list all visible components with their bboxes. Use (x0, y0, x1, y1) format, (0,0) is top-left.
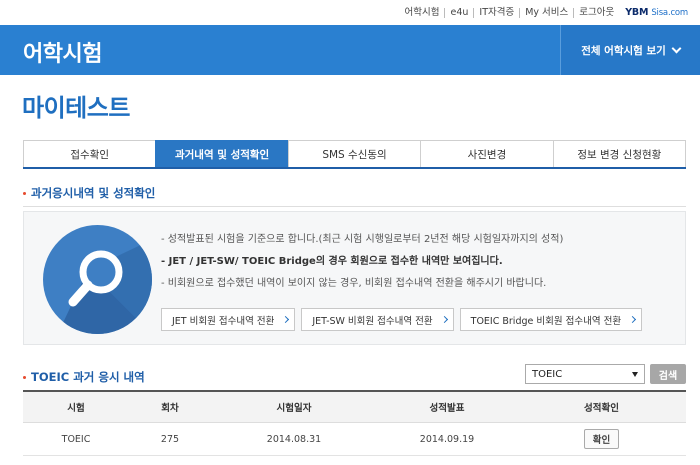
info-notes: - 성적발표된 시험을 기준으로 합니다.(최근 시험 시행일로부터 2년전 해… (161, 229, 563, 295)
chevron-right-icon (629, 315, 637, 324)
toeic-bridge-conversion-button[interactable]: TOEIC Bridge 비회원 접수내역 전환 (459, 308, 643, 331)
link-logout[interactable]: 로그아웃 (574, 7, 619, 18)
jet-conversion-button[interactable]: JET 비회원 접수내역 전환 (161, 308, 296, 331)
jet-conversion-label: JET 비회원 접수내역 전환 (172, 315, 275, 327)
column-header: 회차 (161, 403, 179, 414)
utility-links: 어학시험 e4u IT자격증 My 서비스 로그아웃 (400, 7, 620, 18)
chevron-right-icon (440, 315, 448, 324)
ybm-logo[interactable]: YBM Sisa.com (625, 7, 688, 18)
jet-sw-conversion-button[interactable]: JET-SW 비회원 접수내역 전환 (301, 308, 454, 331)
tab-info-change-status[interactable]: 정보 변경 신청현황 (552, 140, 687, 167)
cell-exam: TOEIC (61, 433, 91, 445)
search-button[interactable]: 검색 (650, 364, 686, 384)
bullet-dot-icon (23, 191, 26, 195)
section-toeic-title: TOEIC 과거 응시 내역 (31, 370, 145, 384)
exam-select[interactable]: TOEIC (525, 364, 645, 384)
column-header: 성적발표 (429, 403, 465, 414)
caret-down-icon (632, 372, 638, 377)
cell-action: 확인 (517, 429, 686, 449)
table-header-row: 시험 회차 시험일자 성적발표 성적확인 (23, 392, 686, 423)
cell-round: 275 (160, 433, 180, 445)
section-history-title: 과거응시내역 및 성적확인 (31, 186, 156, 200)
toeic-bridge-conversion-label: TOEIC Bridge 비회원 접수내역 전환 (470, 315, 622, 327)
chevron-down-icon (671, 43, 682, 53)
all-exams-button[interactable]: 전체 어학시험 보기 (560, 25, 700, 75)
magnifier-icon (43, 225, 152, 334)
section-divider (23, 206, 686, 207)
page-title: 마이테스트 (22, 94, 130, 122)
tab-photo-change[interactable]: 사진변경 (420, 140, 553, 167)
jet-sw-conversion-label: JET-SW 비회원 접수내역 전환 (312, 315, 433, 327)
site-header: 어학시험 전체 어학시험 보기 (0, 25, 700, 75)
column-header: 성적확인 (584, 403, 619, 414)
column-header: 시험일자 (276, 403, 312, 414)
link-language-exam[interactable]: 어학시험 (400, 7, 446, 18)
info-box: - 성적발표된 시험을 기준으로 합니다.(최근 시험 시행일로부터 2년전 해… (23, 211, 686, 345)
tab-registration-check[interactable]: 접수확인 (23, 140, 156, 167)
tab-bar: 접수확인 과거내역 및 성적확인 SMS 수신동의 사진변경 정보 변경 신청현… (23, 140, 687, 169)
section-toeic-heading: TOEIC 과거 응시 내역 (23, 369, 145, 385)
exam-select-value: TOEIC (532, 368, 563, 380)
link-it-cert[interactable]: IT자격증 (474, 7, 521, 18)
chevron-right-icon (282, 315, 290, 324)
history-table: 시험 회차 시험일자 성적발표 성적확인 TOEIC 275 2014.08.3… (23, 390, 686, 456)
note-item: - 비회원으로 접수했던 내역이 보이지 않는 경우, 비회원 접수내역 전환을… (161, 278, 547, 289)
bullet-dot-icon (23, 375, 26, 379)
column-header: 시험 (67, 403, 85, 414)
tab-sms-consent[interactable]: SMS 수신동의 (287, 140, 421, 167)
tab-history-scores[interactable]: 과거내역 및 성적확인 (155, 140, 288, 167)
logo-main: YBM (625, 7, 649, 18)
table-row: TOEIC 275 2014.08.31 2014.09.19 확인 (23, 423, 686, 456)
cell-release: 2014.09.19 (419, 433, 475, 445)
confirm-score-button[interactable]: 확인 (583, 429, 620, 449)
link-my-service[interactable]: My 서비스 (520, 7, 575, 18)
logo-sub: Sisa.com (651, 8, 688, 18)
link-e4u[interactable]: e4u (445, 7, 475, 18)
note-item: - 성적발표된 시험을 기준으로 합니다.(최근 시험 시행일로부터 2년전 해… (161, 234, 564, 245)
note-item: - JET / JET-SW/ TOEIC Bridge의 경우 회원으로 접수… (161, 256, 503, 267)
conversion-buttons: JET 비회원 접수내역 전환 JET-SW 비회원 접수내역 전환 TOEIC… (161, 308, 648, 331)
section-history-heading: 과거응시내역 및 성적확인 (23, 185, 155, 201)
top-utility-bar: 어학시험 e4u IT자격증 My 서비스 로그아웃 YBM Sisa.com (0, 0, 700, 25)
all-exams-label: 전체 어학시험 보기 (581, 44, 666, 57)
cell-date: 2014.08.31 (266, 433, 322, 445)
site-title[interactable]: 어학시험 (23, 36, 102, 68)
